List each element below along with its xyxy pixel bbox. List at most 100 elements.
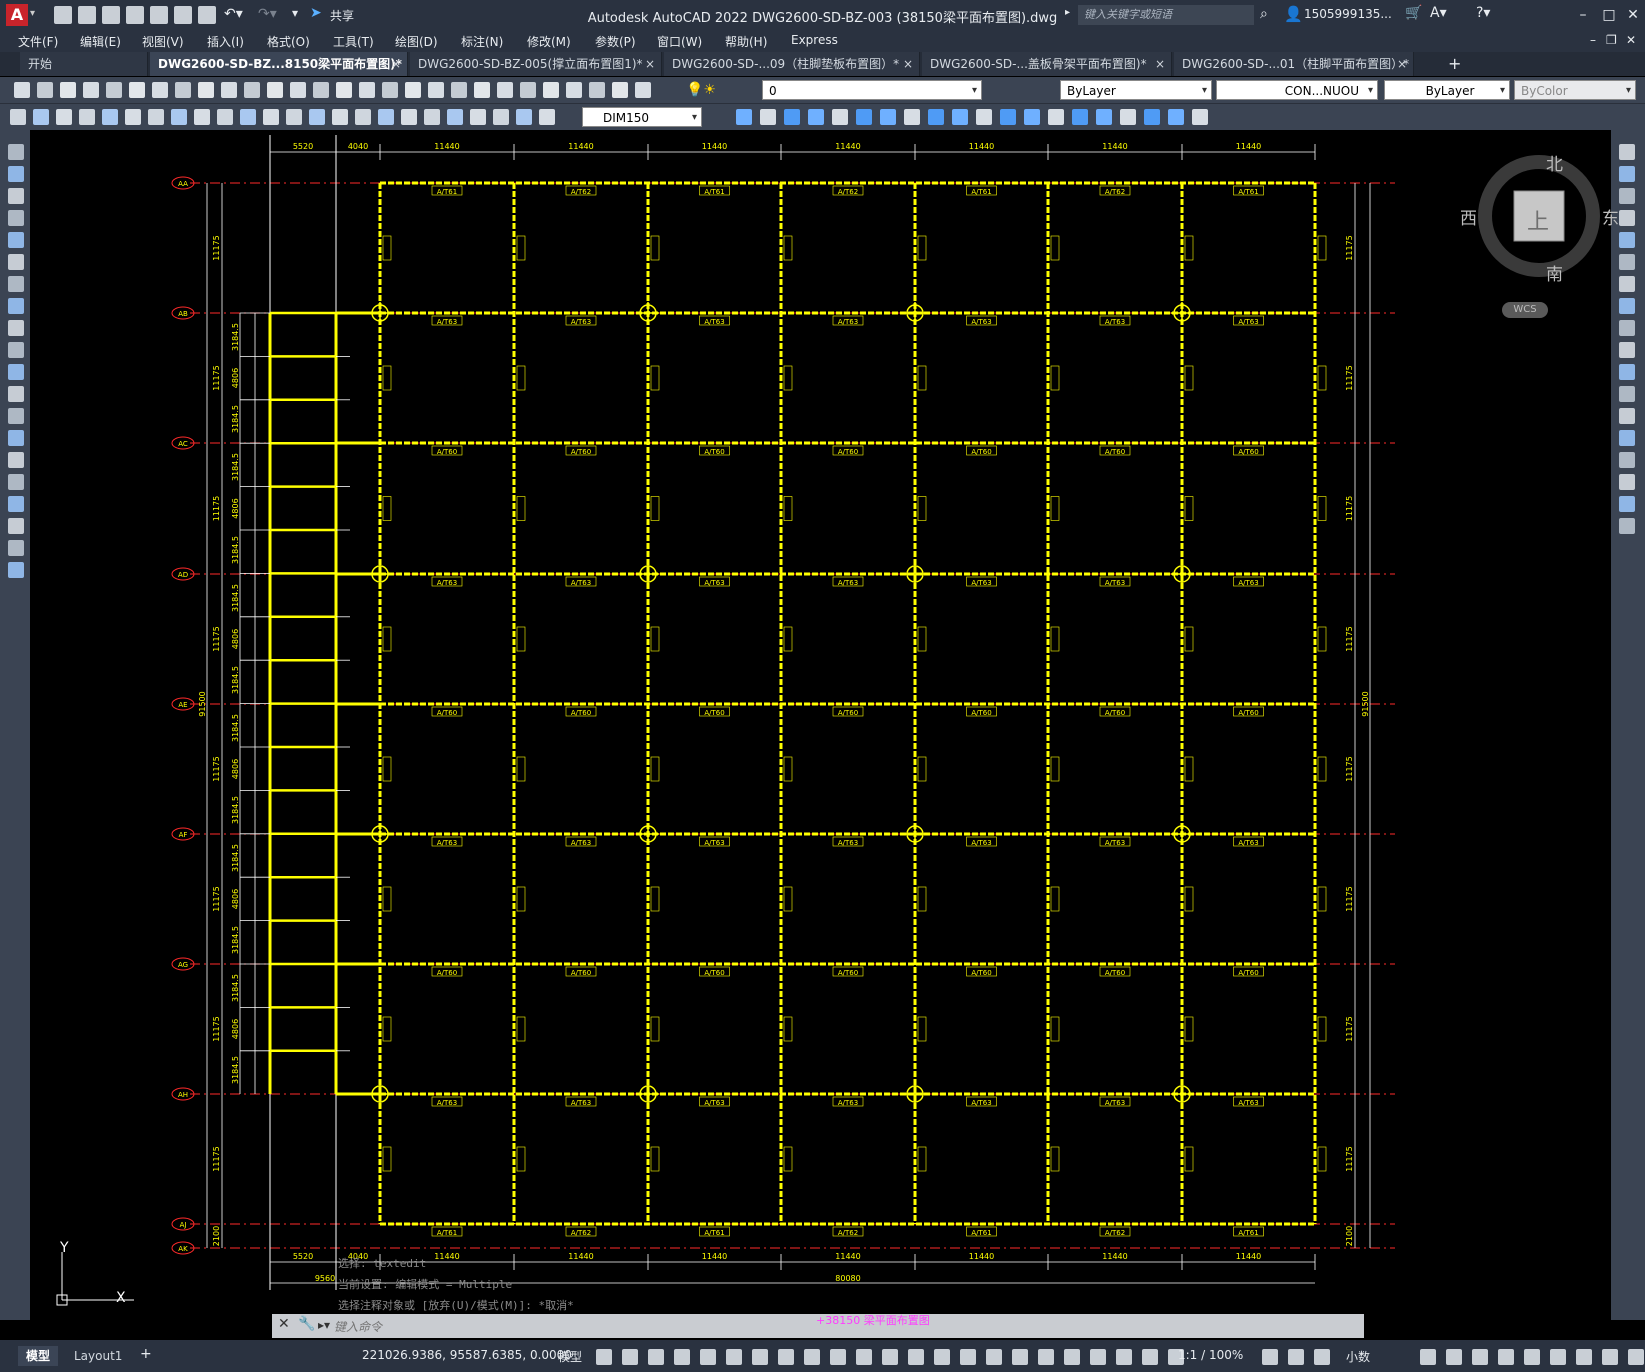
toolbar-tool-icon[interactable] <box>566 82 582 98</box>
draw-tool-icon[interactable] <box>8 386 24 402</box>
dimension-tool-icon[interactable] <box>539 109 555 125</box>
dimension-tool-icon[interactable] <box>240 109 256 125</box>
draw-tool-icon[interactable] <box>8 342 24 358</box>
toolbar-tool-icon[interactable] <box>267 82 283 98</box>
compass-west[interactable]: 西 <box>1460 204 1477 229</box>
menu-edit[interactable]: 编辑(E) <box>80 33 121 50</box>
status-toggle-icon[interactable] <box>674 1349 690 1365</box>
customize-wrench-icon[interactable]: 🔧 <box>298 1316 315 1332</box>
dimension-tool-icon[interactable] <box>286 109 302 125</box>
modify-tool-icon[interactable] <box>880 109 896 125</box>
modify-tool-icon[interactable] <box>784 109 800 125</box>
maximize-button[interactable]: □ <box>1596 5 1622 25</box>
toolbar-tool-icon[interactable] <box>152 82 168 98</box>
lineweight-dropdown[interactable]: ByLayer ▾ <box>1384 80 1510 100</box>
doc-close-button[interactable]: ✕ <box>1626 33 1636 47</box>
dimension-tool-icon[interactable] <box>424 109 440 125</box>
modify-tool-icon[interactable] <box>808 109 824 125</box>
draw-tool-icon[interactable] <box>8 232 24 248</box>
menu-express[interactable]: Express <box>791 33 838 47</box>
tab-drawing-005[interactable]: DWG2600-SD-BZ-005(撑立面布置图1)* × <box>410 52 662 76</box>
close-tab-icon[interactable]: × <box>903 52 913 76</box>
dimension-tool-icon[interactable] <box>194 109 210 125</box>
menu-window[interactable]: 窗口(W) <box>657 33 702 50</box>
status-toggle-icon[interactable] <box>778 1349 794 1365</box>
modify-tool-icon[interactable] <box>976 109 992 125</box>
status-toggle-icon[interactable] <box>1576 1349 1592 1365</box>
coordinate-readout[interactable]: 221026.9386, 95587.6385, 0.0000 <box>362 1348 572 1362</box>
autocad-logo-icon[interactable]: A <box>6 4 28 26</box>
dimension-tool-icon[interactable] <box>378 109 394 125</box>
draw-tool-icon[interactable] <box>8 452 24 468</box>
dimension-tool-icon[interactable] <box>493 109 509 125</box>
toolbar-tool-icon[interactable] <box>359 82 375 98</box>
toolbar-tool-icon[interactable] <box>520 82 536 98</box>
toolbar-tool-icon[interactable] <box>336 82 352 98</box>
draw-tool-icon[interactable] <box>8 144 24 160</box>
close-tab-icon[interactable]: × <box>645 52 655 76</box>
new-icon[interactable] <box>54 6 72 24</box>
dimension-tool-icon[interactable] <box>33 109 49 125</box>
modify-tool-icon[interactable] <box>856 109 872 125</box>
dimension-tool-icon[interactable] <box>171 109 187 125</box>
tab-start[interactable]: 开始 <box>20 52 148 76</box>
modify-tool-icon[interactable] <box>1619 408 1635 424</box>
new-tab-button[interactable]: + <box>1448 54 1461 73</box>
linetype-dropdown[interactable]: CON...NUOU ▾ <box>1216 80 1378 100</box>
menu-insert[interactable]: 插入(I) <box>207 33 244 50</box>
modify-tool-icon[interactable] <box>904 109 920 125</box>
modify-tool-icon[interactable] <box>1096 109 1112 125</box>
dimension-tool-icon[interactable] <box>470 109 486 125</box>
draw-tool-icon[interactable] <box>8 298 24 314</box>
dimension-tool-icon[interactable] <box>401 109 417 125</box>
compass-north[interactable]: 北 <box>1546 150 1563 175</box>
status-toggle-icon[interactable] <box>1288 1349 1304 1365</box>
draw-tool-icon[interactable] <box>8 518 24 534</box>
toolbar-tool-icon[interactable] <box>589 82 605 98</box>
status-toggle-icon[interactable] <box>648 1349 664 1365</box>
modify-tool-icon[interactable] <box>1619 320 1635 336</box>
modify-tool-icon[interactable] <box>1120 109 1136 125</box>
status-toggle-icon[interactable] <box>1038 1349 1054 1365</box>
status-toggle-icon[interactable] <box>1550 1349 1566 1365</box>
dimstyle-dropdown[interactable]: DIM150 ▾ <box>582 107 702 127</box>
dimension-tool-icon[interactable] <box>79 109 95 125</box>
menu-file[interactable]: 文件(F) <box>18 33 58 50</box>
draw-tool-icon[interactable] <box>8 188 24 204</box>
status-toggle-icon[interactable] <box>856 1349 872 1365</box>
modify-tool-icon[interactable] <box>1024 109 1040 125</box>
toolbar-tool-icon[interactable] <box>313 82 329 98</box>
menu-help[interactable]: 帮助(H) <box>725 33 767 50</box>
command-prompt-icon[interactable]: ▸▾ <box>318 1318 330 1332</box>
draw-tool-icon[interactable] <box>8 408 24 424</box>
user-name[interactable]: 1505999135... <box>1304 7 1392 21</box>
toolbar-tool-icon[interactable] <box>37 82 53 98</box>
draw-tool-icon[interactable] <box>8 210 24 226</box>
dimension-tool-icon[interactable] <box>263 109 279 125</box>
modify-tool-icon[interactable] <box>1619 430 1635 446</box>
dimension-tool-icon[interactable] <box>217 109 233 125</box>
viewcube-face[interactable]: 上 <box>1518 204 1558 236</box>
layer-on-icon[interactable]: 💡☀ <box>686 82 716 98</box>
status-toggle-icon[interactable] <box>1472 1349 1488 1365</box>
minimize-button[interactable]: – <box>1570 5 1596 25</box>
status-toggle-icon[interactable] <box>830 1349 846 1365</box>
status-toggle-icon[interactable] <box>622 1349 638 1365</box>
doc-minimize-button[interactable]: – <box>1590 33 1596 47</box>
tab-model[interactable]: 模型 <box>18 1346 59 1366</box>
dimension-tool-icon[interactable] <box>447 109 463 125</box>
menu-parametric[interactable]: 参数(P) <box>595 33 636 50</box>
menu-draw[interactable]: 绘图(D) <box>395 33 438 50</box>
compass-south[interactable]: 南 <box>1546 260 1563 285</box>
status-toggle-icon[interactable] <box>1064 1349 1080 1365</box>
tab-drawing-003[interactable]: DWG2600-SD-BZ...8150梁平面布置图)* × <box>150 52 408 76</box>
close-tab-icon[interactable]: × <box>1397 52 1407 76</box>
status-toggle-icon[interactable] <box>1602 1349 1618 1365</box>
close-command-icon[interactable]: ✕ <box>278 1316 290 1332</box>
toolbar-tool-icon[interactable] <box>14 82 30 98</box>
help-icon[interactable]: ?▾ <box>1476 5 1490 21</box>
status-toggle-icon[interactable] <box>726 1349 742 1365</box>
dimension-tool-icon[interactable] <box>355 109 371 125</box>
autodesk-account-icon[interactable]: A▾ <box>1430 5 1447 21</box>
modify-tool-icon[interactable] <box>928 109 944 125</box>
